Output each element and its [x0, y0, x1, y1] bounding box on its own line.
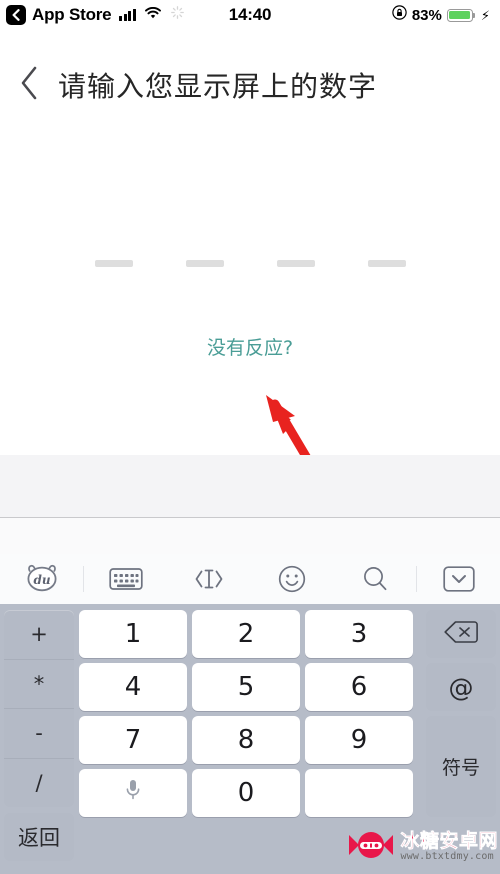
no-response-link[interactable]: 没有反应? — [0, 333, 500, 360]
digit-key-3[interactable]: 3 — [305, 610, 413, 658]
numeric-keyboard: + * - / 返回 1 2 3 4 5 6 7 8 9 0 @ 符号 — [0, 604, 500, 874]
at-sign-key[interactable]: @ — [426, 663, 496, 711]
code-slot[interactable] — [94, 260, 133, 267]
enter-key[interactable] — [305, 769, 413, 817]
baidu-du-label: du — [33, 573, 50, 587]
code-slot[interactable] — [367, 260, 406, 267]
digit-key-8[interactable]: 8 — [192, 716, 300, 764]
operator-key-minus[interactable]: - — [4, 709, 74, 759]
battery-icon — [446, 8, 476, 22]
operator-key-group: + * - / — [4, 610, 74, 807]
cursor-move-icon[interactable] — [167, 554, 250, 604]
navigation-bar: 请输入您显示屏上的数字 — [0, 55, 500, 115]
rotation-lock-icon — [392, 5, 407, 25]
ime-toolbar: du — [0, 554, 500, 604]
digit-key-1[interactable]: 1 — [79, 610, 187, 658]
content-gap-band — [0, 455, 500, 518]
status-bar-right: 83% ⚡ — [392, 5, 490, 25]
digit-key-grid: 1 2 3 4 5 6 7 8 9 0 — [79, 610, 421, 817]
emoji-icon[interactable] — [250, 554, 333, 604]
microphone-icon — [125, 778, 141, 808]
ime-upper-spacer — [0, 518, 500, 554]
return-key[interactable]: 返回 — [4, 813, 74, 861]
digit-key-2[interactable]: 2 — [192, 610, 300, 658]
backspace-icon — [444, 620, 478, 648]
battery-percent-label: 83% — [411, 6, 442, 24]
main-content: 没有反应? — [0, 115, 500, 507]
chevron-left-icon — [19, 66, 39, 105]
symbols-key[interactable]: 符号 — [426, 716, 496, 817]
collapse-keyboard-icon[interactable] — [417, 554, 500, 604]
search-icon[interactable] — [333, 554, 416, 604]
operator-key-slash[interactable]: / — [4, 759, 74, 808]
operator-key-asterisk[interactable]: * — [4, 660, 74, 709]
back-chevron-icon[interactable] — [6, 5, 26, 25]
baidu-bear-logo-icon[interactable]: du — [0, 554, 83, 604]
code-slot[interactable] — [276, 260, 315, 267]
voice-input-key[interactable] — [79, 769, 187, 817]
nav-back-button[interactable] — [0, 66, 58, 105]
digit-key-9[interactable]: 9 — [305, 716, 413, 764]
cellular-signal-icon — [119, 9, 136, 21]
activity-spinner-icon — [171, 6, 184, 24]
status-bar: App Store 14:40 83% ⚡ — [0, 0, 500, 30]
digit-key-0[interactable]: 0 — [192, 769, 300, 817]
keyboard-switch-icon[interactable] — [84, 554, 167, 604]
operator-key-plus[interactable]: + — [4, 610, 74, 660]
status-bar-back-app-label[interactable]: App Store — [32, 5, 112, 25]
keyboard-left-column: + * - / 返回 — [4, 610, 74, 861]
lightning-bolt-icon: ⚡ — [480, 7, 490, 23]
digit-key-7[interactable]: 7 — [79, 716, 187, 764]
keyboard-right-column: @ 符号 — [426, 610, 496, 822]
digit-key-5[interactable]: 5 — [192, 663, 300, 711]
code-input-field[interactable] — [0, 260, 500, 267]
backspace-key[interactable] — [426, 610, 496, 658]
wifi-icon — [144, 6, 161, 24]
code-slot[interactable] — [185, 260, 224, 267]
status-bar-left: App Store — [6, 5, 184, 25]
digit-key-4[interactable]: 4 — [79, 663, 187, 711]
digit-key-6[interactable]: 6 — [305, 663, 413, 711]
page-title: 请输入您显示屏上的数字 — [58, 70, 378, 103]
